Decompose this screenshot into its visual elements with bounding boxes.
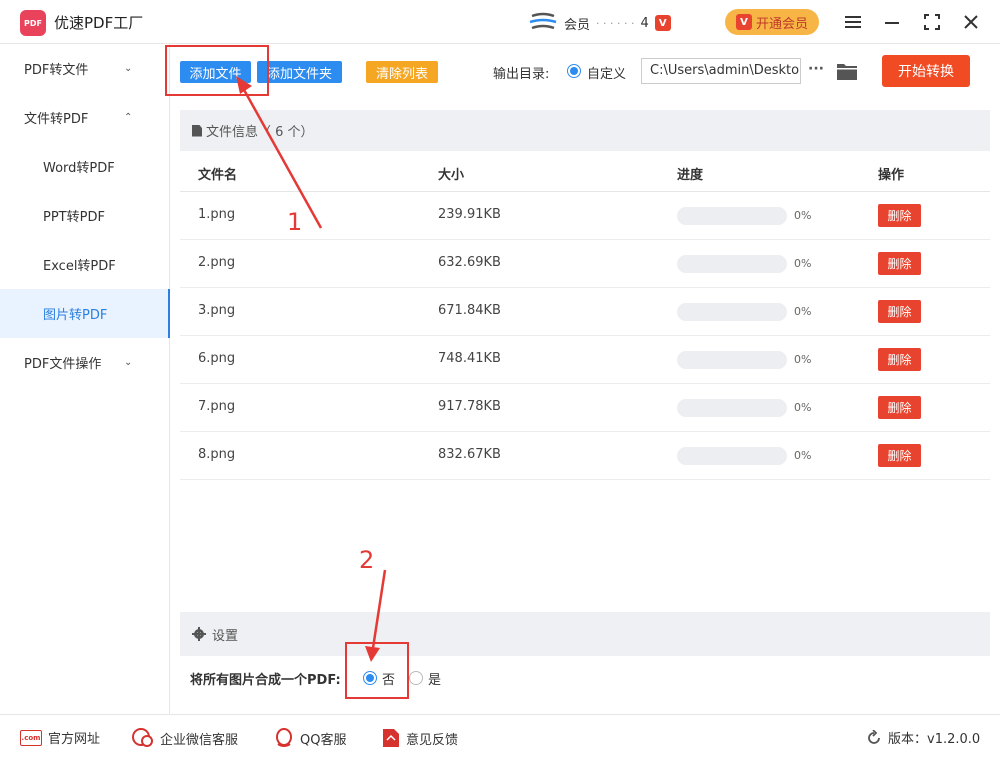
annotation-number-2: 2 <box>359 546 375 574</box>
annotation-arrow-2 <box>365 569 387 662</box>
